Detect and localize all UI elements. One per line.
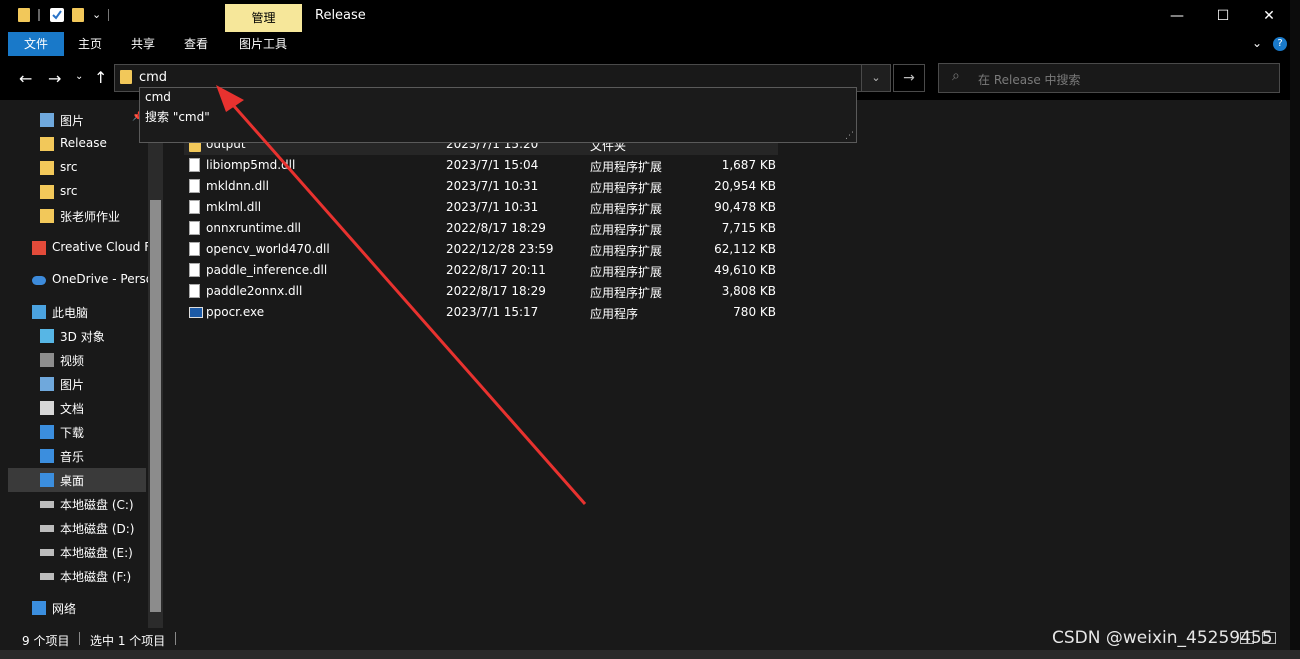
arrow-head	[216, 85, 244, 112]
arrow-shaft	[224, 96, 587, 505]
annotation-arrow	[216, 85, 587, 505]
